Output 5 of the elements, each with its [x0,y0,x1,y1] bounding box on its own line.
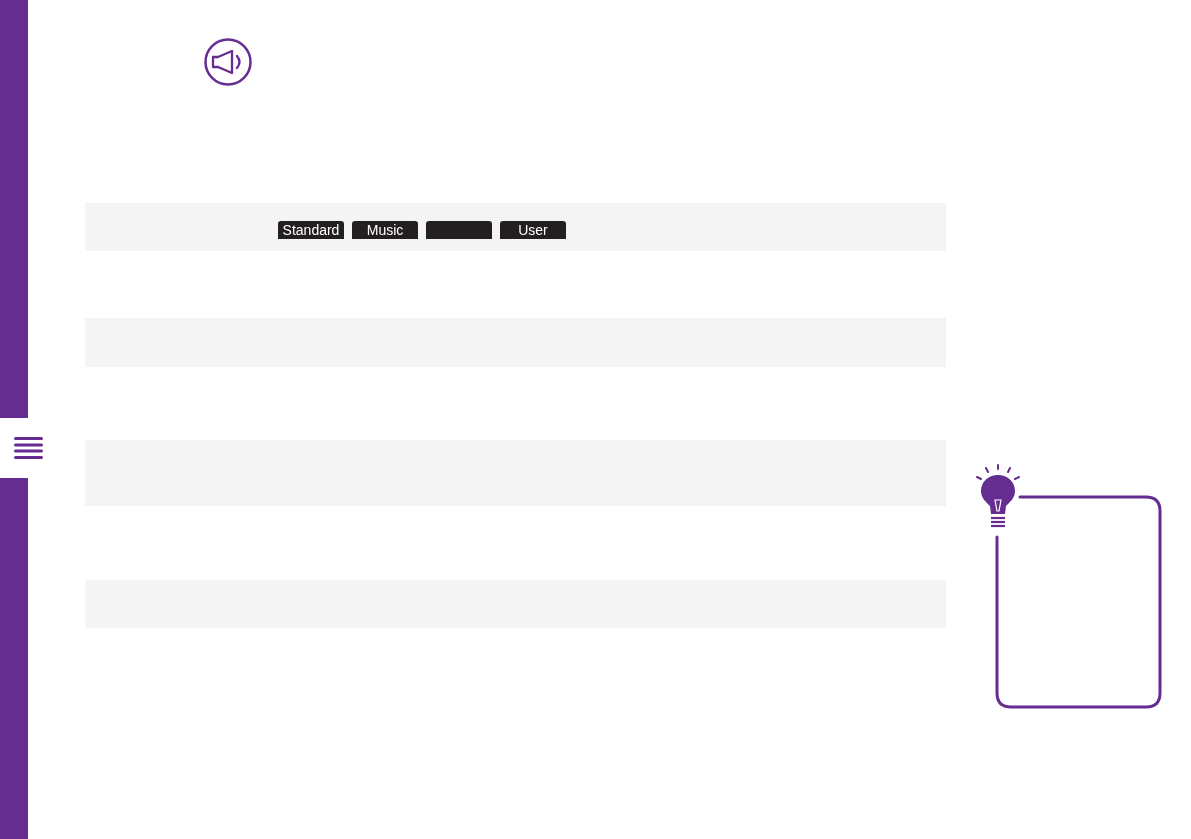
mode-button[interactable]: Music [352,221,418,239]
mode-button[interactable]: Standard [278,221,344,239]
speaker-icon [204,38,252,86]
menu-icon[interactable] [14,437,43,459]
mode-button[interactable]: User [500,221,566,239]
